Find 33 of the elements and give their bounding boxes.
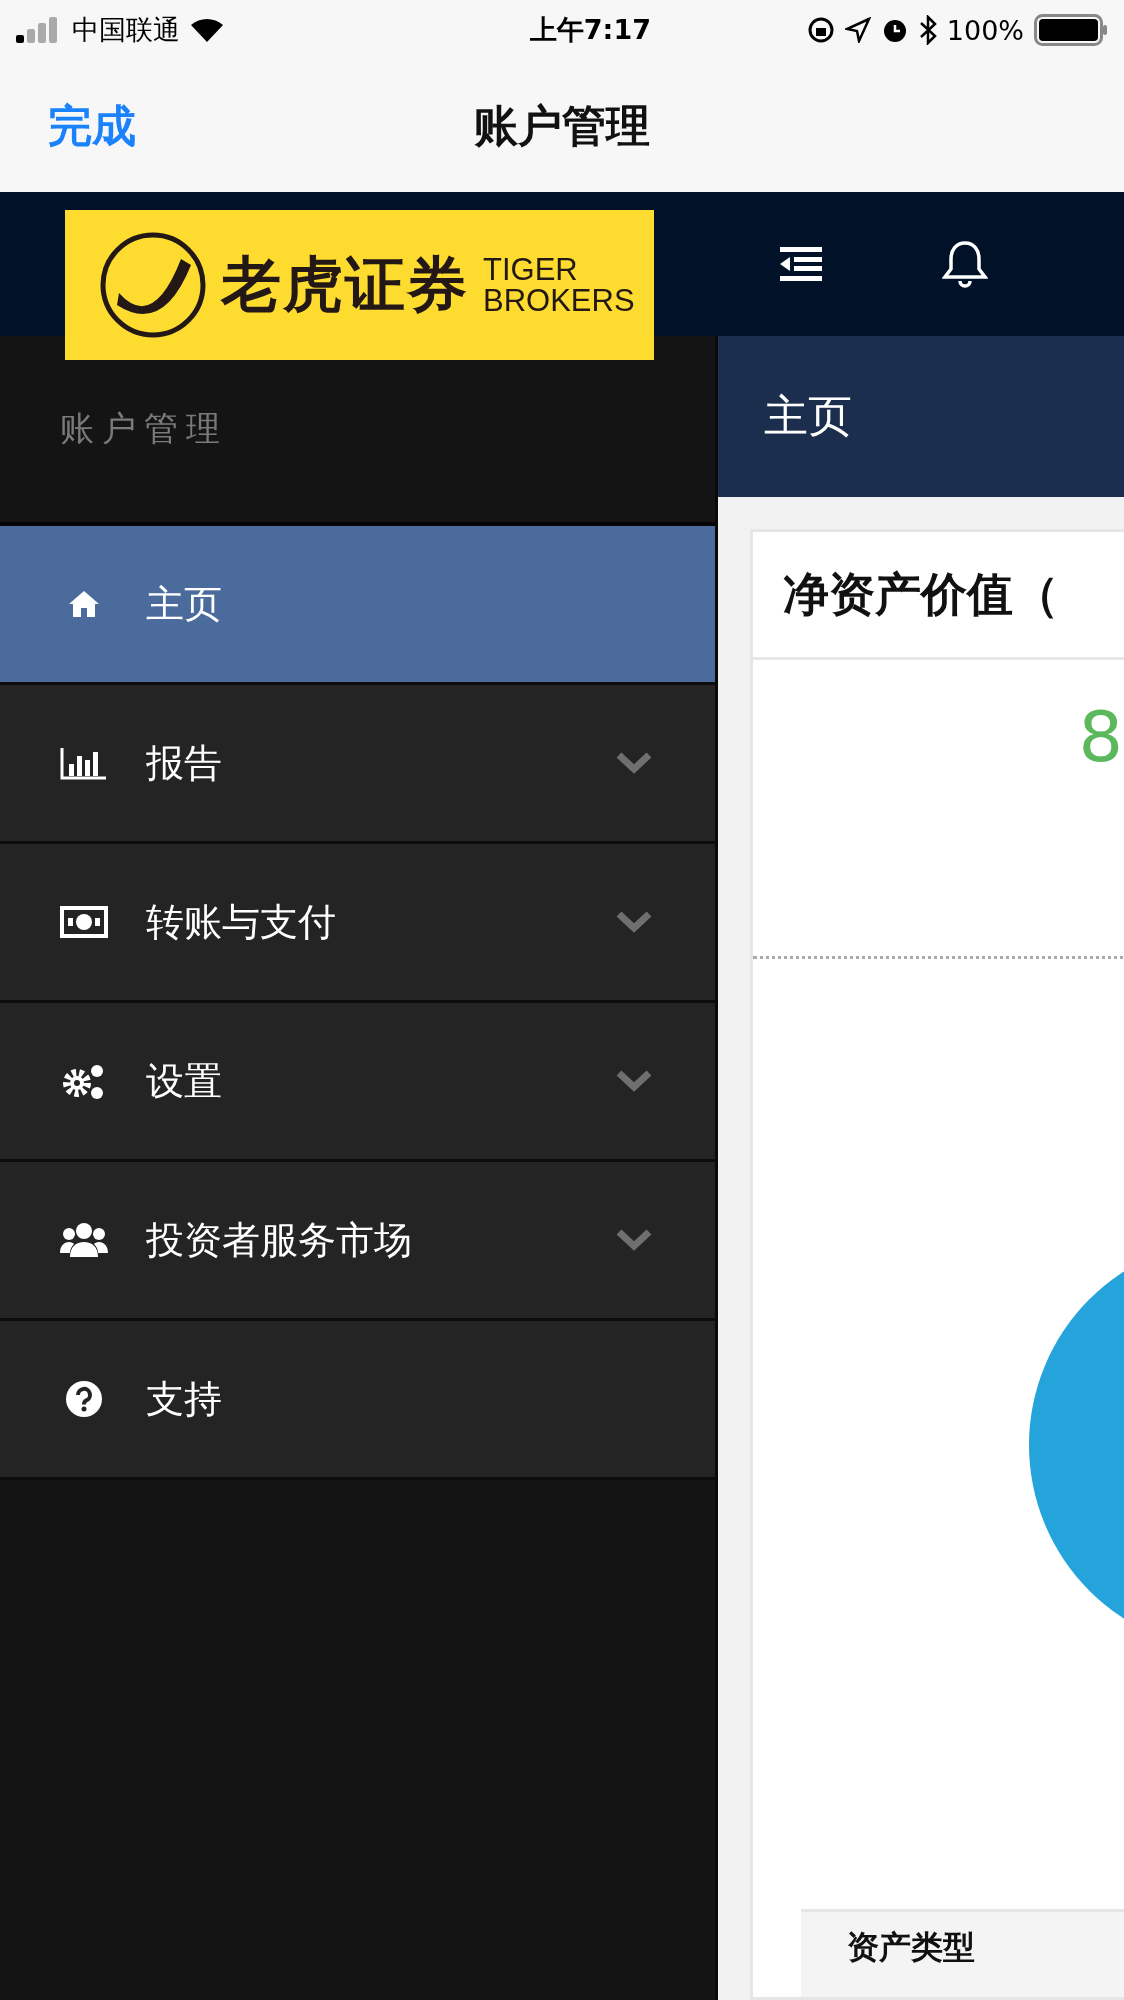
battery-percent: 100% (946, 14, 1024, 46)
home-icon (67, 589, 101, 619)
chevron-down-icon (615, 1228, 653, 1252)
sidebar-title: 账户管理 (60, 407, 228, 450)
rotation-lock-icon (806, 16, 835, 44)
status-time: 上午7:17 (529, 13, 651, 47)
menu-toggle-icon[interactable] (780, 247, 822, 281)
carrier-name: 中国联通 (72, 13, 180, 47)
wifi-icon (190, 17, 224, 43)
card-title: 净资产价值（ (753, 532, 1124, 660)
bar-chart-icon (60, 746, 108, 780)
users-icon (60, 1221, 108, 1259)
net-worth-value: 8 (1078, 696, 1123, 778)
logo-english-text: TIGER BROKERS (483, 254, 635, 316)
sidebar-item[interactable]: 报告 (0, 685, 715, 844)
sidebar-item[interactable]: 支持 (0, 1321, 715, 1480)
sidebar-item[interactable]: 设置 (0, 1003, 715, 1162)
sidebar-item[interactable]: 主页 (0, 526, 715, 685)
battery-icon (1034, 14, 1108, 46)
logo-chinese-text: 老虎证券 (221, 247, 469, 321)
sidebar-item[interactable]: 投资者服务市场 (0, 1162, 715, 1321)
chevron-down-icon (615, 1069, 653, 1093)
notification-bell-icon[interactable] (942, 239, 988, 289)
help-icon (65, 1380, 103, 1418)
chevron-down-icon (615, 751, 653, 775)
screen-title: 账户管理 (474, 98, 650, 153)
column-header: 资产类型 (847, 1928, 975, 1966)
page-heading: 主页 (764, 389, 852, 443)
bluetooth-icon (918, 15, 937, 45)
banknote-icon (60, 906, 108, 938)
location-arrow-icon (844, 17, 871, 43)
sidebar-item[interactable]: 转账与支付 (0, 844, 715, 1003)
chevron-down-icon (615, 910, 653, 934)
